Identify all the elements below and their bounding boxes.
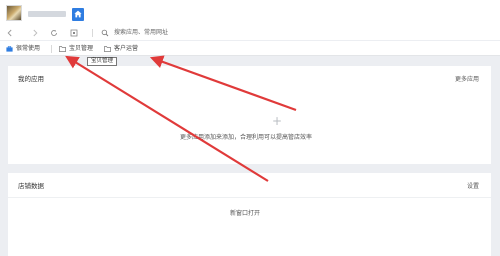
- folder-icon: [104, 46, 111, 52]
- refresh-icon: [51, 29, 57, 36]
- briefcase-icon: [6, 46, 13, 52]
- back-button[interactable]: [4, 27, 16, 39]
- home-button[interactable]: [72, 8, 84, 21]
- refresh-button[interactable]: [48, 27, 60, 39]
- shop-data-title: 店铺数据: [18, 182, 44, 190]
- bookmark-label: 很常使用: [16, 45, 41, 52]
- forward-button[interactable]: [29, 27, 41, 39]
- shop-data-panel: 店铺数据 设置 新窗口打开: [8, 173, 491, 256]
- username-blurred: [28, 11, 66, 17]
- home-icon: [74, 10, 82, 18]
- search-icon: [101, 29, 109, 37]
- back-icon: [7, 29, 12, 37]
- bookmark-divider: [51, 45, 52, 53]
- qr-button[interactable]: [68, 27, 80, 39]
- add-app-button[interactable]: +: [272, 115, 282, 127]
- bookmarks-bar: 很常使用 宝贝管理 客户运营: [0, 41, 500, 56]
- bookmark-label: 客户运营: [114, 45, 139, 52]
- my-apps-title: 我的应用: [18, 75, 44, 83]
- forward-icon: [33, 29, 38, 37]
- folder-icon: [59, 46, 66, 52]
- more-apps-link[interactable]: 更多应用: [455, 74, 479, 83]
- navigation-toolbar: 搜索应用、常用网址: [0, 26, 500, 40]
- avatar[interactable]: [6, 5, 22, 21]
- qr-icon: [70, 29, 78, 37]
- toolbar-divider: [92, 29, 93, 37]
- my-apps-panel: 我的应用 更多应用 + 更多应用添加来添加，合理利用可以提高管店效率: [8, 66, 491, 164]
- bookmark-tooltip: 宝贝管理: [87, 57, 118, 66]
- apps-empty-hint: 更多应用添加来添加，合理利用可以提高管店效率: [180, 134, 313, 141]
- search-input[interactable]: 搜索应用、常用网址: [114, 29, 168, 37]
- panel-divider: [8, 197, 491, 198]
- open-new-window-link[interactable]: 新窗口打开: [230, 208, 260, 217]
- bookmark-label: 宝贝管理: [69, 45, 94, 52]
- title-bar: [0, 0, 500, 26]
- shop-settings-link[interactable]: 设置: [467, 181, 479, 190]
